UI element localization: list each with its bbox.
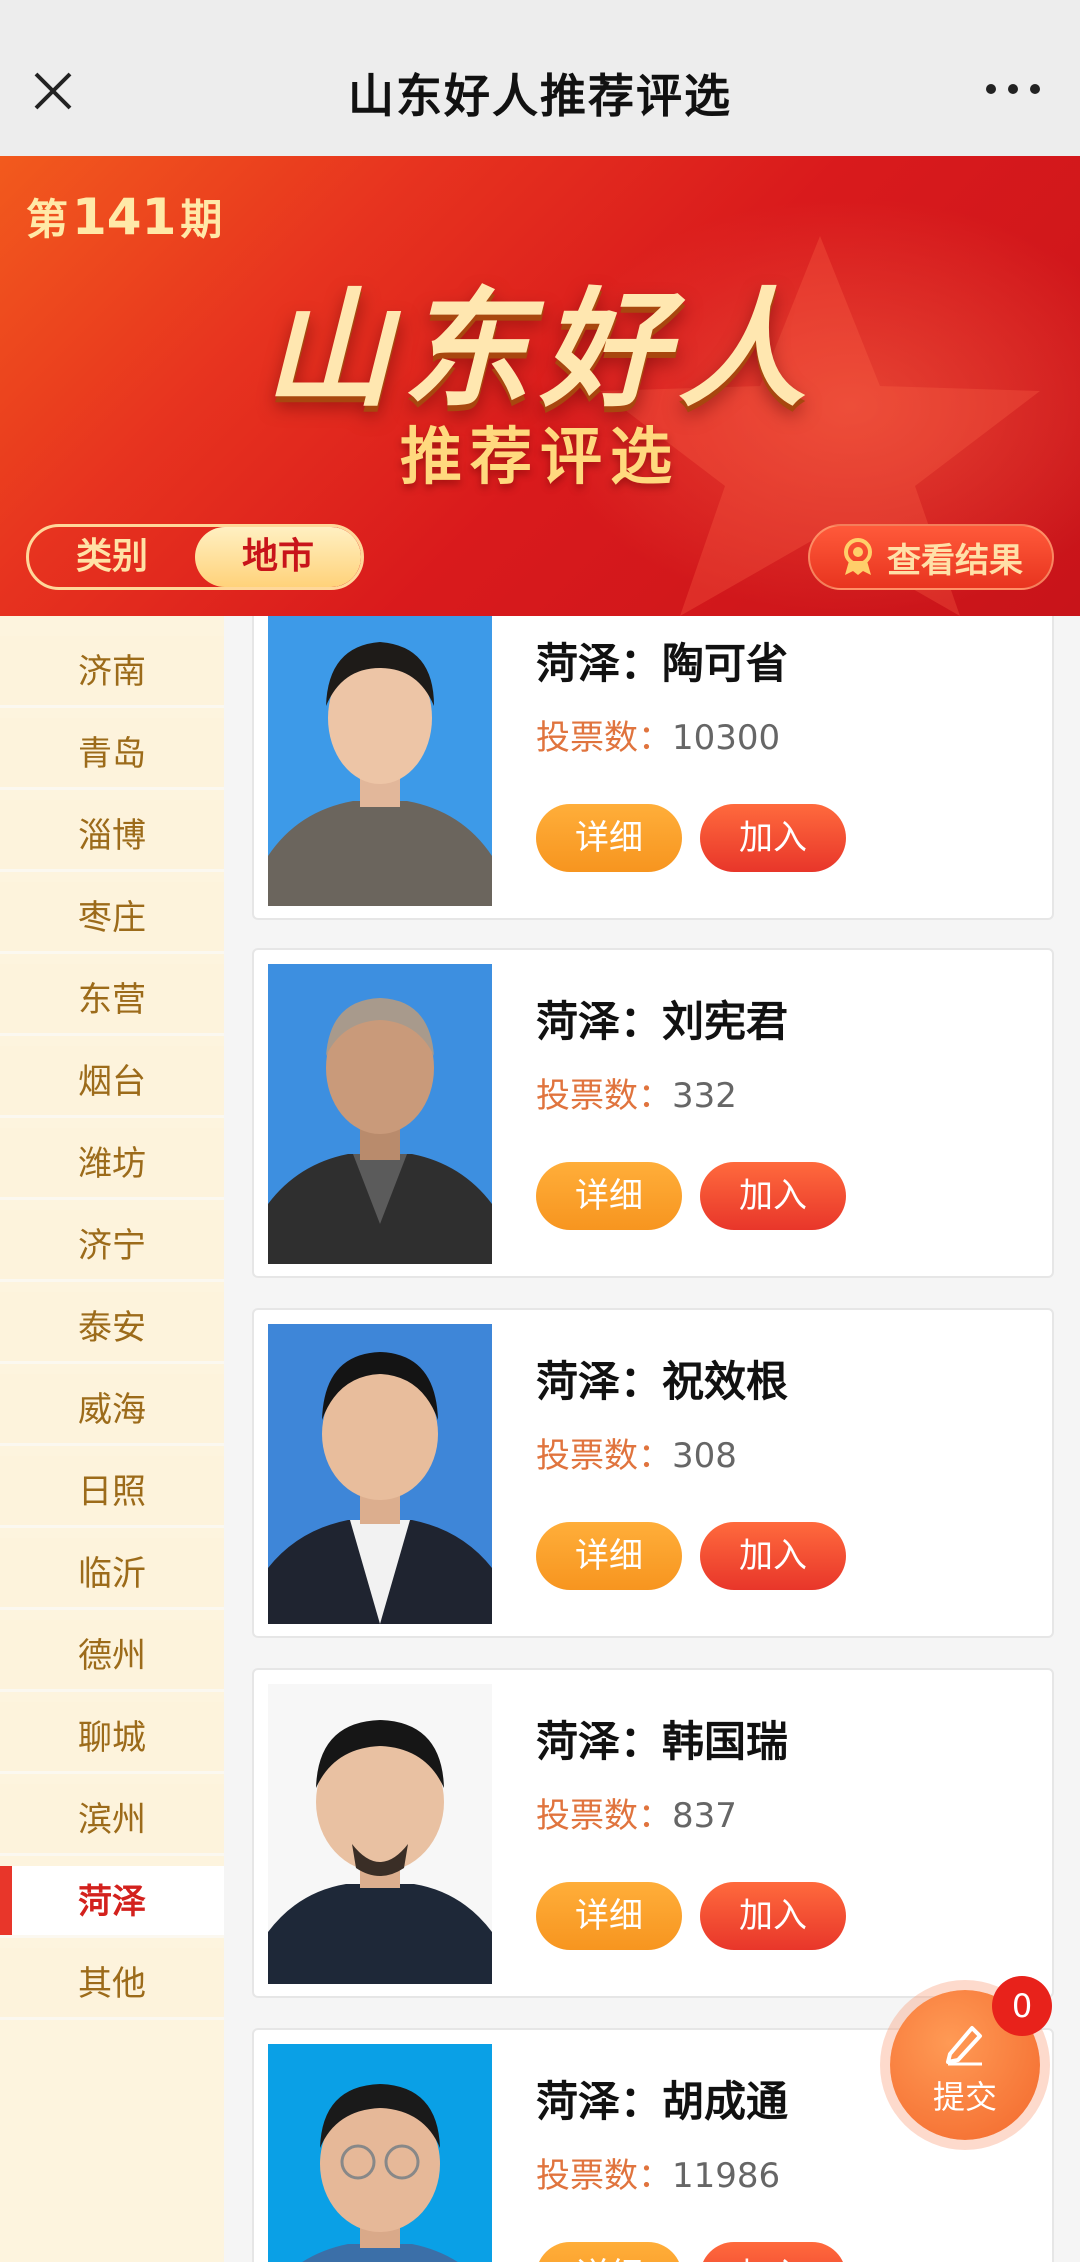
sidebar-item-qingdao[interactable]: 青岛 [0, 718, 224, 790]
view-results-button[interactable]: 查看结果 [808, 524, 1054, 590]
sidebar-item-other[interactable]: 其他 [0, 1948, 224, 2020]
sidebar-item-zaozhuang[interactable]: 枣庄 [0, 882, 224, 954]
sidebar-item-jining[interactable]: 济宁 [0, 1210, 224, 1282]
candidate-photo [268, 1684, 492, 1984]
sidebar-item-heze[interactable]: 菏泽 [0, 1866, 224, 1938]
detail-button[interactable]: 详细 [536, 1882, 682, 1950]
join-button[interactable]: 加入 [700, 1162, 846, 1230]
join-button[interactable]: 加入 [700, 804, 846, 872]
filter-toggle: 类别 地市 [26, 524, 364, 590]
candidate-photo [268, 616, 492, 906]
candidate-name: 菏泽：韩国瑞 [536, 1717, 789, 1766]
candidate-name: 菏泽：祝效根 [536, 1357, 789, 1406]
detail-button[interactable]: 详细 [536, 2242, 682, 2262]
hero-banner: 第141期 山东好人 推荐评选 类别 地市 查看结果 [0, 156, 1080, 616]
submit-button[interactable]: 提交 0 [890, 1976, 1052, 2140]
candidate-name: 菏泽：胡成通 [536, 2077, 789, 2126]
submit-label: 提交 [932, 2078, 997, 2116]
vote-count: 投票数：332 [536, 1076, 737, 1116]
selected-count-badge: 0 [992, 1976, 1052, 2036]
candidate-photo [268, 1324, 492, 1624]
join-button[interactable]: 加入 [700, 1522, 846, 1590]
view-results-label: 查看结果 [887, 540, 1023, 581]
join-button[interactable]: 加入 [700, 1882, 846, 1950]
detail-button[interactable]: 详细 [536, 1522, 682, 1590]
vote-count: 投票数：11986 [536, 2156, 781, 2196]
nav-bar: 山东好人推荐评选 [0, 0, 1080, 156]
sidebar-item-binzhou[interactable]: 滨州 [0, 1784, 224, 1856]
candidate-card: 菏泽：刘宪君 投票数：332 详细 加入 [252, 948, 1054, 1278]
more-options-icon[interactable] [986, 84, 1040, 98]
banner-subtitle: 推荐评选 [399, 420, 680, 493]
detail-button[interactable]: 详细 [536, 804, 682, 872]
sidebar-item-weifang[interactable]: 潍坊 [0, 1128, 224, 1200]
candidate-photo [268, 2044, 492, 2262]
sidebar-item-rizhao[interactable]: 日照 [0, 1456, 224, 1528]
sidebar-item-taian[interactable]: 泰安 [0, 1292, 224, 1364]
issue-label: 第141期 [26, 188, 223, 246]
detail-button[interactable]: 详细 [536, 1162, 682, 1230]
medal-icon [844, 538, 872, 575]
pen-icon [946, 2026, 982, 2066]
sidebar-item-dongying[interactable]: 东营 [0, 964, 224, 1036]
page-title: 山东好人推荐评选 [348, 69, 732, 123]
join-button[interactable]: 加入 [700, 2242, 846, 2262]
sidebar-item-weihai[interactable]: 威海 [0, 1374, 224, 1446]
banner-title: 山东好人 [263, 275, 816, 425]
sidebar-item-liaocheng[interactable]: 聊城 [0, 1702, 224, 1774]
candidate-card: 菏泽：陶可省 投票数：10300 详细 加入 [252, 616, 1054, 920]
sidebar-item-linyi[interactable]: 临沂 [0, 1538, 224, 1610]
vote-count: 投票数：10300 [536, 718, 781, 758]
tab-category[interactable]: 类别 [29, 527, 195, 587]
tab-city[interactable]: 地市 [195, 527, 361, 587]
candidate-card: 菏泽：韩国瑞 投票数：837 详细 加入 [252, 1668, 1054, 1998]
candidate-card: 菏泽：祝效根 投票数：308 详细 加入 [252, 1308, 1054, 1638]
candidate-name: 菏泽：刘宪君 [536, 997, 789, 1046]
candidate-name: 菏泽：陶可省 [536, 639, 789, 688]
city-sidebar: 济南 青岛 淄博 枣庄 东营 烟台 潍坊 济宁 泰安 威海 日照 临沂 德州 聊… [0, 616, 224, 2262]
sidebar-item-zibo[interactable]: 淄博 [0, 800, 224, 872]
vote-count: 投票数：837 [536, 1796, 737, 1836]
sidebar-item-jinan[interactable]: 济南 [0, 636, 224, 708]
sidebar-item-dezhou[interactable]: 德州 [0, 1620, 224, 1692]
candidate-photo [268, 964, 492, 1264]
vote-count: 投票数：308 [536, 1436, 737, 1476]
sidebar-item-yantai[interactable]: 烟台 [0, 1046, 224, 1118]
